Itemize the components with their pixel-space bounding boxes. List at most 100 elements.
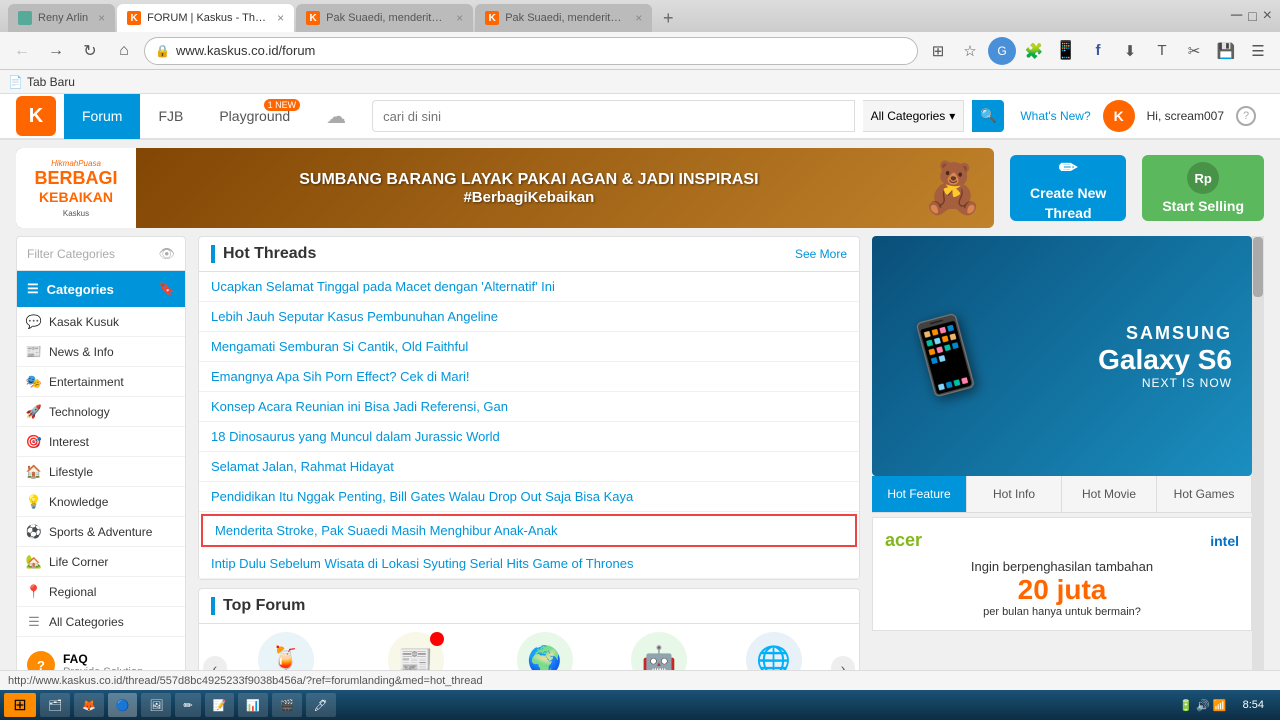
browser-tab-2[interactable]: K FORUM | Kaskus - The Lar... × [117, 4, 294, 32]
playground-badge: 1 NEW [264, 99, 301, 111]
translate-icon[interactable]: T [1148, 37, 1176, 65]
firefox-icon: 🦊 [82, 699, 96, 712]
center-content: Hot Threads See More Ucapkan Selamat Tin… [198, 236, 860, 696]
thread-item-8-highlighted[interactable]: Menderita Stroke, Pak Suaedi Masih Mengh… [201, 514, 857, 547]
thread-item-1[interactable]: Lebih Jauh Seputar Kasus Pembunuhan Ange… [199, 302, 859, 332]
hot-feature-tab[interactable]: Hot Feature [872, 476, 967, 512]
profile-icon[interactable]: G [988, 37, 1016, 65]
search-input[interactable] [372, 100, 854, 132]
bookmark-icon[interactable]: ☆ [956, 37, 984, 65]
search-button[interactable]: 🔍 [972, 100, 1004, 132]
back-button[interactable]: ← [8, 37, 36, 65]
thread-item-4[interactable]: Konsep Acara Reunian ini Bisa Jadi Refer… [199, 392, 859, 422]
cloud-icon[interactable]: ☁ [316, 96, 356, 136]
taskbar-app-photoshop[interactable]: 🖼 [141, 693, 171, 717]
taskbar-clock: 8:54 [1235, 699, 1272, 711]
taskbar-app-pen[interactable]: 🖊 [306, 693, 336, 717]
sidebar-knowledge-label: Knowledge [49, 495, 108, 509]
see-more-link[interactable]: See More [795, 247, 847, 261]
close-button[interactable]: × [1263, 7, 1272, 25]
sidebar-news-label: News & Info [49, 345, 114, 359]
taskbar-app-illustrator[interactable]: ✏ [175, 693, 200, 717]
thread-item-7[interactable]: Pendidikan Itu Nggak Penting, Bill Gates… [199, 482, 859, 512]
extensions-icon[interactable]: 🧩 [1020, 37, 1048, 65]
start-button[interactable]: ⊞ [4, 693, 36, 717]
sidebar-item-news-info[interactable]: 📰 News & Info [17, 337, 185, 367]
start-selling-button[interactable]: Rp Start Selling [1142, 155, 1264, 221]
tab-close-4[interactable]: × [635, 11, 642, 25]
sidebar-item-all-categories[interactable]: ☰ All Categories [17, 607, 185, 637]
thread-item-0[interactable]: Ucapkan Selamat Tinggal pada Macet denga… [199, 272, 859, 302]
sidebar-entertainment-label: Entertainment [49, 375, 124, 389]
kaskus-navbar: K Forum FJB Playground 1 NEW ☁ All Categ… [0, 94, 1280, 140]
taskbar-app-firefox[interactable]: 🦊 [74, 693, 104, 717]
thread-item-9[interactable]: Intip Dulu Sebelum Wisata di Lokasi Syut… [199, 549, 859, 579]
sidebar-item-kasak-kusuk[interactable]: 💬 Kasak Kusuk [17, 307, 185, 337]
banner-main-text: SUMBANG BARANG LAYAK PAKAI AGAN & JADI I… [136, 171, 922, 189]
chat-icon: 💬 [27, 315, 41, 329]
sidebar-all-label: All Categories [49, 615, 124, 629]
help-button[interactable]: ? [1236, 106, 1256, 126]
right-panel: 📱 SAMSUNG Galaxy S6 NEXT IS NOW Hot Feat… [872, 236, 1252, 696]
download-icon[interactable]: ⬇ [1116, 37, 1144, 65]
tab-close-3[interactable]: × [456, 11, 463, 25]
news-icon: 📰 [27, 345, 41, 359]
save-icon[interactable]: 💾 [1212, 37, 1240, 65]
sidebar-item-life-corner[interactable]: 🏡 Life Corner [17, 547, 185, 577]
browser-status-bar: http://www.kaskus.co.id/thread/557d8bc49… [0, 670, 1280, 690]
thread-item-6[interactable]: Selamat Jalan, Rahmat Hidayat [199, 452, 859, 482]
whatsapp-icon[interactable]: 📱 [1052, 37, 1080, 65]
new-tab-button[interactable]: + [654, 4, 682, 32]
menu-icon[interactable]: ☰ [1244, 37, 1272, 65]
tab-close-2[interactable]: × [277, 11, 284, 25]
taskbar-app-aftereffects[interactable]: 📝 [205, 693, 235, 717]
nav-forum[interactable]: Forum [64, 94, 140, 139]
home-button[interactable]: ⌂ [110, 37, 138, 65]
sidebar-item-entertainment[interactable]: 🎭 Entertainment [17, 367, 185, 397]
search-category-dropdown[interactable]: All Categories ▾ [863, 100, 965, 132]
browser-tab-1[interactable]: Reny Arlin × [8, 4, 115, 32]
create-new-thread-button[interactable]: ✏ Create New Thread [1010, 155, 1126, 221]
scrollbar-track[interactable] [1252, 236, 1264, 696]
hot-games-tab[interactable]: Hot Games [1157, 476, 1252, 512]
forward-button[interactable]: → [42, 37, 70, 65]
nav-playground[interactable]: Playground 1 NEW [201, 94, 308, 139]
address-bar[interactable]: 🔒 www.kaskus.co.id/forum [144, 37, 918, 65]
banner-logo-main: BERBAGI [34, 168, 117, 189]
sidebar-item-sports[interactable]: ⚽ Sports & Adventure [17, 517, 185, 547]
sidebar-item-interest[interactable]: 🎯 Interest [17, 427, 185, 457]
taskbar-app-chrome[interactable]: 🔵 [108, 693, 138, 717]
browser-tab-4[interactable]: K Pak Suaedi, menderita stro... × [475, 4, 652, 32]
banner-logo-brand: Kaskus [63, 209, 89, 218]
sidebar-item-regional[interactable]: 📍 Regional [17, 577, 185, 607]
bookmark-tab-baru[interactable]: 📄 Tab Baru [8, 75, 75, 89]
scissors-icon[interactable]: ✂ [1180, 37, 1208, 65]
eye-icon[interactable]: 👁 [158, 246, 175, 262]
browser-tabs: Reny Arlin × K FORUM | Kaskus - The Lar.… [8, 0, 682, 32]
browser-tab-3[interactable]: K Pak Suaedi, menderita stro... × [296, 4, 473, 32]
facebook-icon[interactable]: f [1084, 37, 1112, 65]
kaskus-logo[interactable]: K [16, 96, 56, 136]
whats-new-link[interactable]: What's New? [1020, 109, 1090, 123]
search-icon[interactable]: ⊞ [924, 37, 952, 65]
scrollbar-thumb[interactable] [1253, 237, 1263, 297]
sidebar-item-technology[interactable]: 🚀 Technology [17, 397, 185, 427]
bookmark-icon[interactable]: 🔖 [159, 281, 175, 297]
refresh-button[interactable]: ↻ [76, 37, 104, 65]
tab-close-1[interactable]: × [98, 11, 105, 25]
thread-item-3[interactable]: Emangnya Apa Sih Porn Effect? Cek di Mar… [199, 362, 859, 392]
nav-fjb[interactable]: FJB [140, 94, 201, 139]
thread-item-5[interactable]: 18 Dinosaurus yang Muncul dalam Jurassic… [199, 422, 859, 452]
taskbar-app-lightroom[interactable]: 📊 [238, 693, 268, 717]
hot-movie-tab[interactable]: Hot Movie [1062, 476, 1157, 512]
thread-item-2[interactable]: Mengamati Semburan Si Cantik, Old Faithf… [199, 332, 859, 362]
sidebar-item-knowledge[interactable]: 💡 Knowledge [17, 487, 185, 517]
sidebar-regional-label: Regional [49, 585, 96, 599]
sidebar-item-lifestyle[interactable]: 🏠 Lifestyle [17, 457, 185, 487]
hot-info-tab[interactable]: Hot Info [967, 476, 1062, 512]
taskbar-app-explorer[interactable]: 🗂 [40, 693, 70, 717]
taskbar-app-premiere[interactable]: 🎬 [272, 693, 302, 717]
sidebar-life-label: Life Corner [49, 555, 108, 569]
maximize-button[interactable]: □ [1248, 8, 1256, 24]
minimize-button[interactable]: ─ [1231, 7, 1242, 25]
